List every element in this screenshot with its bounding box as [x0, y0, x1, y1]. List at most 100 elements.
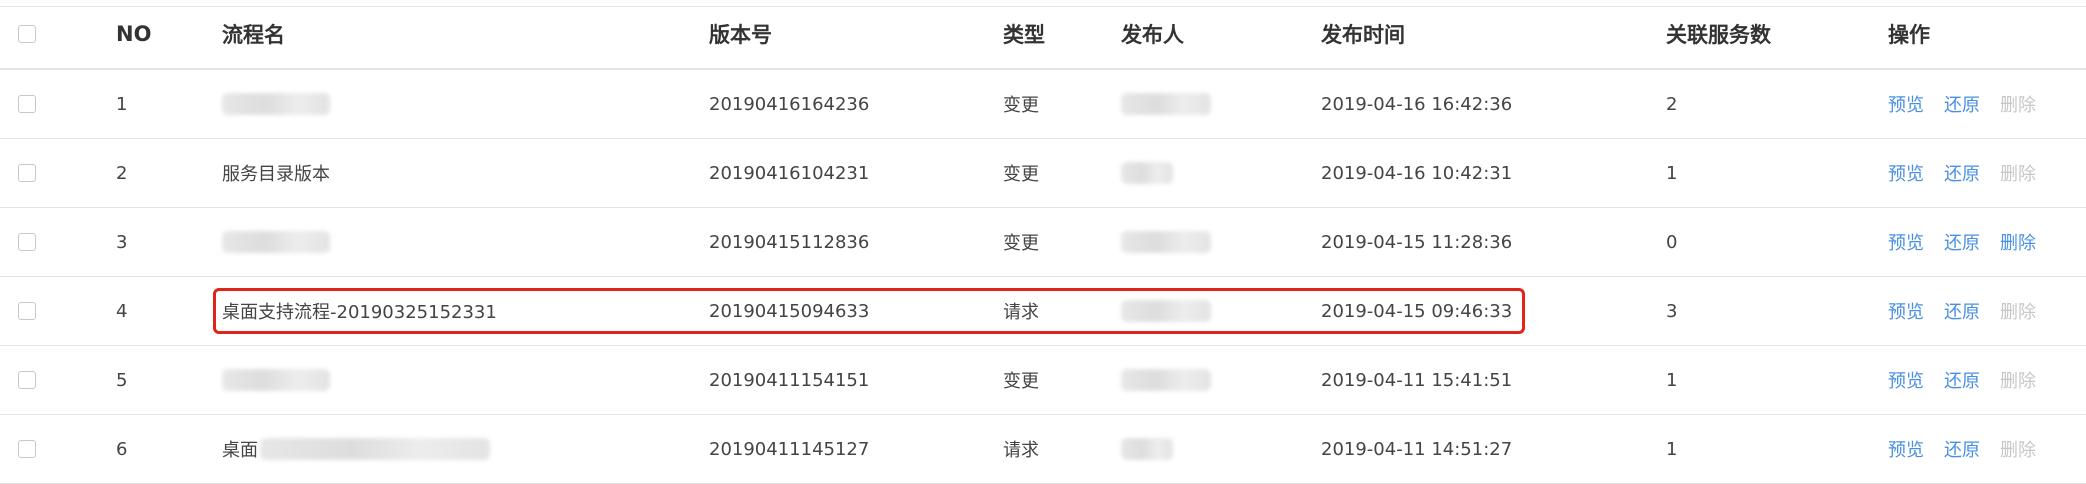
preview-link[interactable]: 预览 — [1888, 367, 1924, 393]
row-name-cell: 桌面 — [222, 415, 490, 483]
row-service-count: 2 — [1666, 93, 1678, 115]
delete-link[interactable]: 删除 — [2000, 229, 2036, 255]
row-service-count: 1 — [1666, 438, 1678, 460]
row-no: 2 — [116, 162, 128, 184]
row-name-cell: 桌面支持流程-20190325152331 — [222, 277, 497, 345]
table-row: 1 20190416164236 变更 2019-04-16 16:42:36 2 预览还… — [0, 70, 2086, 139]
delete-link: 删除 — [2000, 302, 2036, 323]
delete-link: 删除 — [2000, 164, 2036, 185]
row-publisher-cell — [1121, 139, 1173, 207]
row-operations: 预览 还原 删除 — [1888, 415, 2056, 483]
row-type: 变更 — [1003, 233, 1039, 254]
row-version: 20190416104231 — [709, 162, 870, 184]
preview-link[interactable]: 预览 — [1888, 436, 1924, 462]
row-version: 20190411154151 — [709, 369, 870, 391]
row-name-cell — [222, 208, 330, 276]
row-publish-time: 2019-04-11 14:51:27 — [1321, 438, 1513, 460]
row-checkbox[interactable] — [18, 371, 36, 389]
process-name[interactable]: 桌面 — [222, 436, 258, 462]
row-type: 请求 — [1003, 440, 1039, 461]
redacted-process-name — [222, 231, 330, 253]
row-publisher-cell — [1121, 415, 1173, 483]
row-no: 5 — [116, 369, 128, 391]
delete-link: 删除 — [2000, 95, 2036, 116]
row-publish-time: 2019-04-16 16:42:36 — [1321, 93, 1513, 115]
row-service-count: 1 — [1666, 369, 1678, 391]
redacted-publisher — [1121, 300, 1211, 322]
row-checkbox[interactable] — [18, 440, 36, 458]
row-version: 20190411145127 — [709, 438, 870, 460]
row-no: 6 — [116, 438, 128, 460]
row-checkbox[interactable] — [18, 164, 36, 182]
preview-link[interactable]: 预览 — [1888, 91, 1924, 117]
row-version: 20190416164236 — [709, 93, 870, 115]
redacted-publisher — [1121, 93, 1211, 115]
row-publisher-cell — [1121, 70, 1211, 138]
row-checkbox[interactable] — [18, 302, 36, 320]
redacted-process-name — [222, 369, 330, 391]
row-no: 3 — [116, 231, 128, 253]
select-all-checkbox[interactable] — [18, 25, 36, 43]
header-publish-time: 发布时间 — [1321, 23, 1405, 47]
table-row: 5 20190411154151 变更 2019-04-11 15:41:51 1 预览还… — [0, 346, 2086, 415]
restore-link[interactable]: 还原 — [1944, 160, 1980, 186]
row-version: 20190415112836 — [709, 231, 870, 253]
row-operations: 预览 还原 删除 — [1888, 208, 2056, 276]
header-publisher: 发布人 — [1121, 23, 1184, 47]
redacted-publisher — [1121, 162, 1173, 184]
row-publisher-cell — [1121, 346, 1211, 414]
row-operations: 预览 还原 删除 — [1888, 139, 2056, 207]
delete-link: 删除 — [2000, 371, 2036, 392]
row-type: 变更 — [1003, 95, 1039, 116]
restore-link[interactable]: 还原 — [1944, 367, 1980, 393]
header-no: NO — [116, 22, 152, 46]
row-operations: 预览 还原 删除 — [1888, 277, 2056, 345]
row-service-count: 0 — [1666, 231, 1678, 253]
row-name-cell — [222, 346, 330, 414]
header-operations: 操作 — [1888, 23, 1930, 47]
row-name-cell — [222, 70, 330, 138]
delete-link: 删除 — [2000, 440, 2036, 461]
header-type: 类型 — [1003, 23, 1045, 47]
redacted-publisher — [1121, 438, 1173, 460]
row-name-cell: 服务目录版本 — [222, 139, 330, 207]
row-service-count: 3 — [1666, 300, 1678, 322]
row-no: 4 — [116, 300, 128, 322]
row-operations: 预览 还原 删除 — [1888, 70, 2056, 138]
restore-link[interactable]: 还原 — [1944, 298, 1980, 324]
row-service-count: 1 — [1666, 162, 1678, 184]
row-publisher-cell — [1121, 208, 1211, 276]
preview-link[interactable]: 预览 — [1888, 229, 1924, 255]
redacted-publisher — [1121, 369, 1211, 391]
table-body: 1 20190416164236 变更 2019-04-16 16:42:36 2 预览还… — [0, 70, 2086, 484]
row-version: 20190415094633 — [709, 300, 870, 322]
header-version: 版本号 — [709, 23, 772, 47]
row-type: 变更 — [1003, 164, 1039, 185]
redacted-process-name — [260, 438, 490, 460]
table-row: 6 桌面 20190411145127 请求 2019-04-11 14:51:27 1 预… — [0, 415, 2086, 484]
row-publish-time: 2019-04-15 11:28:36 — [1321, 231, 1513, 253]
process-name[interactable]: 服务目录版本 — [222, 160, 330, 186]
row-type: 变更 — [1003, 371, 1039, 392]
header-name: 流程名 — [222, 23, 285, 47]
redacted-publisher — [1121, 231, 1211, 253]
header-service-count: 关联服务数 — [1666, 23, 1771, 47]
restore-link[interactable]: 还原 — [1944, 91, 1980, 117]
row-checkbox[interactable] — [18, 233, 36, 251]
restore-link[interactable]: 还原 — [1944, 229, 1980, 255]
table-header: NO 流程名 版本号 类型 发布人 发布时间 关联服务数 操作 — [0, 0, 2086, 70]
process-name[interactable]: 桌面支持流程-20190325152331 — [222, 298, 497, 324]
redacted-process-name — [222, 93, 330, 115]
row-publish-time: 2019-04-11 15:41:51 — [1321, 369, 1513, 391]
row-operations: 预览 还原 删除 — [1888, 346, 2056, 414]
row-publish-time: 2019-04-15 09:46:33 — [1321, 300, 1513, 322]
row-no: 1 — [116, 93, 128, 115]
row-publish-time: 2019-04-16 10:42:31 — [1321, 162, 1513, 184]
preview-link[interactable]: 预览 — [1888, 160, 1924, 186]
row-checkbox[interactable] — [18, 95, 36, 113]
restore-link[interactable]: 还原 — [1944, 436, 1980, 462]
preview-link[interactable]: 预览 — [1888, 298, 1924, 324]
row-publisher-cell — [1121, 277, 1211, 345]
table-row: 4 桌面支持流程-20190325152331 20190415094633 请求 20… — [0, 277, 2086, 346]
row-type: 请求 — [1003, 302, 1039, 323]
